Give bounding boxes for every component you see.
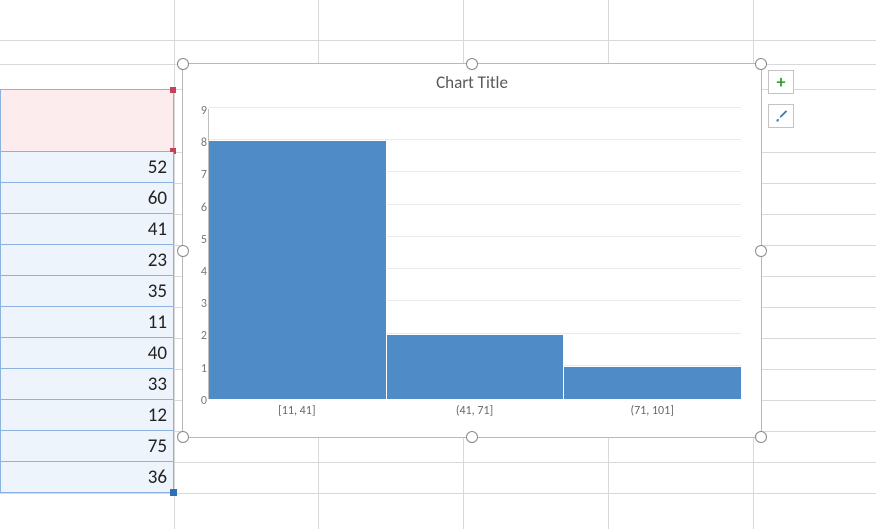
plot-area[interactable]: 9876543210 [11, 41](41, 71](71, 101] [208,109,741,399]
chart-bar[interactable] [387,335,565,399]
table-cell[interactable]: 52 [0,152,174,183]
embedded-chart[interactable]: Chart Title 9876543210 [11, 41](41, 71](… [182,63,762,438]
resize-handle[interactable] [177,431,189,443]
brush-icon [774,109,789,124]
resize-handle[interactable] [177,58,189,70]
chart-bar[interactable] [564,367,741,399]
resize-handle[interactable] [466,431,478,443]
table-cell[interactable]: 23 [0,245,174,276]
resize-handle[interactable] [755,245,767,257]
chart-bar[interactable] [209,141,387,399]
table-cell[interactable]: 75 [0,431,174,462]
table-cell[interactable]: 11 [0,307,174,338]
table-cell[interactable]: 60 [0,183,174,214]
chart-add-element-button[interactable]: + [768,70,794,94]
table-cell[interactable]: 33 [0,369,174,400]
chart-style-button[interactable] [768,104,794,128]
resize-handle[interactable] [177,245,189,257]
y-axis-ticks: 9876543210 [189,104,207,426]
resize-handle[interactable] [466,58,478,70]
table-cell[interactable]: 41 [0,214,174,245]
data-column[interactable]: 5260412335114033127536 [0,152,174,493]
plus-icon: + [777,73,786,91]
resize-handle[interactable] [755,58,767,70]
resize-handle[interactable] [755,431,767,443]
table-cell[interactable]: 40 [0,338,174,369]
table-cell[interactable]: 36 [0,462,174,493]
column-header-cell[interactable] [0,89,174,152]
x-axis-ticks: [11, 41](41, 71](71, 101] [208,404,741,418]
table-cell[interactable]: 12 [0,400,174,431]
table-cell[interactable]: 35 [0,276,174,307]
